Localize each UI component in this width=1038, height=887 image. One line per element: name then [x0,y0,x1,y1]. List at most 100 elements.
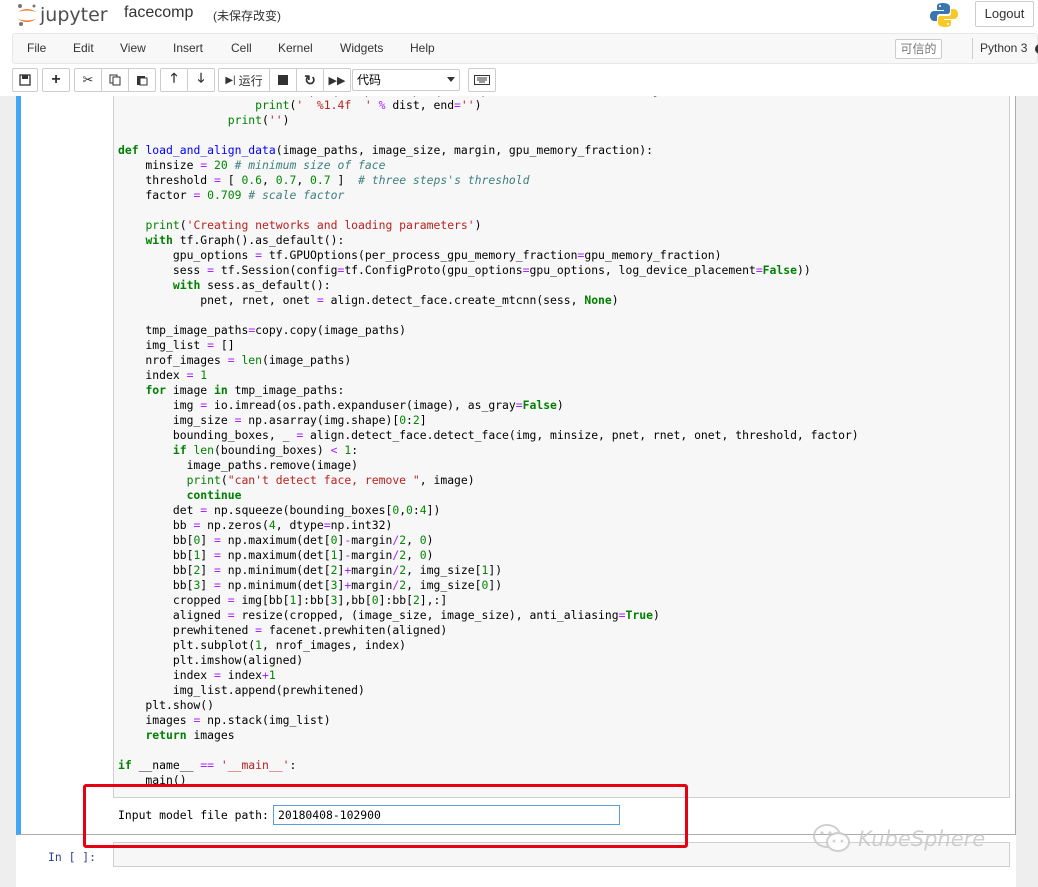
cut-button[interactable]: ✂ [74,68,102,92]
code-line: bounding_boxes, _ = align.detect_face.de… [118,428,859,442]
command-palette-button[interactable] [468,68,496,92]
code-line: print("can't detect face, remove ", imag… [186,473,475,487]
refresh-icon: ↻ [304,71,316,88]
in-prompt: In [ ]: [48,850,97,864]
code-line: img = io.imread(os.path.expanduser(image… [118,398,564,412]
cell-type-select[interactable]: 代码 [352,69,460,91]
watermark-text: KubeSphere [858,827,986,851]
menu-kernel[interactable]: Kernel [278,41,313,55]
chevron-down-icon [447,77,455,82]
code-line: bb = np.zeros(4, dtype=np.int32) [118,518,393,532]
code-line: det = np.squeeze(bounding_boxes[0,0:4]) [118,503,441,517]
jupyter-icon [18,4,36,26]
code-line: img_size = np.asarray(img.shape)[0:2] [118,413,427,427]
copy-icon [109,74,121,86]
interrupt-button[interactable] [269,68,297,92]
code-line: image_paths.remove(image) [118,458,359,472]
code-line: sess = tf.Session(config=tf.ConfigProto(… [118,263,811,277]
code-line: continue [186,488,242,502]
arrow-up-icon: 🡑 [170,70,178,85]
menu-cell[interactable]: Cell [231,41,252,55]
code-line: gpu_options = tf.GPUOptions(per_process_… [118,248,722,262]
trusted-indicator[interactable]: 可信的 [895,39,942,59]
arrow-down-icon: 🡓 [197,70,205,85]
code-line: with sess.as_default(): [172,278,331,292]
menu-help[interactable]: Help [410,41,435,55]
notebook-header: jupyter facecomp (未保存改变) Logout [0,0,1038,32]
code-line: plt.imshow(aligned) [118,653,304,667]
insert-cell-button[interactable]: + [42,68,70,92]
copy-button[interactable] [101,68,129,92]
notebook-container: dist = np.sqrt(np.sum(np.square(np.subtr… [0,96,1038,887]
scissors-icon: ✂ [82,72,94,87]
code-editor[interactable]: dist = np.sqrt(np.sum(np.square(np.subtr… [113,96,1010,798]
code-line: print('Creating networks and loading par… [145,218,482,232]
paste-icon [137,76,148,86]
wechat-icon [813,824,850,852]
move-down-button[interactable]: 🡓 [187,68,215,92]
code-line: img_list.append(prewhitened) [118,683,365,697]
code-line: bb[0] = np.maximum(det[0]-margin/2, 0) [118,533,434,547]
code-line: print(' %1.4f ' % dist, end='') [255,98,482,112]
python-logo-icon [930,3,958,27]
code-line: bb[1] = np.maximum(det[1]-margin/2, 0) [118,548,434,562]
code-line: bb[2] = np.minimum(det[2]+margin/2, img_… [118,563,503,577]
step-forward-icon: ▶| [225,74,236,86]
code-line: nrof_images = len(image_paths) [118,353,352,367]
menu-insert[interactable]: Insert [173,41,203,55]
run-label: 运行 [238,73,263,88]
menu-edit[interactable]: Edit [73,41,94,55]
code-line: pnet, rnet, onet = align.detect_face.cre… [118,293,619,307]
code-line: index = index+1 [118,668,276,682]
code-line: if len(bounding_boxes) < 1: [172,443,359,457]
restart-button[interactable]: ↻ [296,68,324,92]
stop-icon [278,75,288,85]
cell-type-value: 代码 [357,73,382,87]
code-line: plt.show() [118,698,215,712]
code-line: img_list = [] [118,338,235,352]
save-status: (未保存改变) [213,9,281,23]
keyboard-icon [474,75,490,85]
code-line: prewhitened = facenet.prewhiten(aligned) [118,623,448,637]
toolbar: + ✂ 🡑 🡓 ▶| 运行 ↻ ▶▶ 代码 [12,68,1038,94]
code-line: return images [145,728,235,742]
code-content: dist = np.sqrt(np.sum(np.square(np.subtr… [118,96,859,788]
logout-button[interactable]: Logout [975,1,1034,27]
code-line: plt.subplot(1, nrof_images, index) [118,638,407,652]
save-button[interactable] [12,68,38,92]
code-line: aligned = resize(cropped, (image_size, i… [118,608,660,622]
highlight-annotation-box [83,784,688,848]
code-line: cropped = img[bb[1]:bb[3],bb[0]:bb[2],:] [118,593,448,607]
code-line: index = 1 [118,368,208,382]
run-button[interactable]: ▶| 运行 [218,68,270,92]
menu-file[interactable]: File [27,41,46,55]
paste-button[interactable] [128,68,156,92]
code-line: bb[3] = np.minimum(det[3]+margin/2, img_… [118,578,503,592]
logo-text: jupyter [40,4,108,26]
save-icon [19,74,31,86]
code-line: factor = 0.709 # scale factor [118,188,345,202]
watermark: KubeSphere [812,823,985,855]
kernel-name: Python 3 [980,41,1028,55]
code-line: if __name__ == '__main__': [118,758,297,772]
code-line: tmp_image_paths=copy.copy(image_paths) [118,323,407,337]
menu-bar: File Edit View Insert Cell Kernel Widget… [12,33,1038,64]
code-line: threshold = [ 0.6, 0.7, 0.7 ] # three st… [118,173,530,187]
code-line: with tf.Graph().as_default(): [145,233,345,247]
plus-icon: + [51,71,61,88]
restart-run-all-button[interactable]: ▶▶ [323,68,351,92]
move-up-button[interactable]: 🡑 [160,68,188,92]
menu-widgets[interactable]: Widgets [340,41,383,55]
kernel-divider [972,38,973,59]
code-line: minsize = 20 # minimum size of face [118,158,386,172]
code-line: for image in tmp_image_paths: [145,383,345,397]
jupyter-logo[interactable]: jupyter [16,2,108,28]
code-line: def load_and_align_data(image_paths, ima… [118,143,653,157]
notebook-name[interactable]: facecomp [124,4,193,22]
menu-view[interactable]: View [120,41,146,55]
code-line: images = np.stack(img_list) [118,713,331,727]
